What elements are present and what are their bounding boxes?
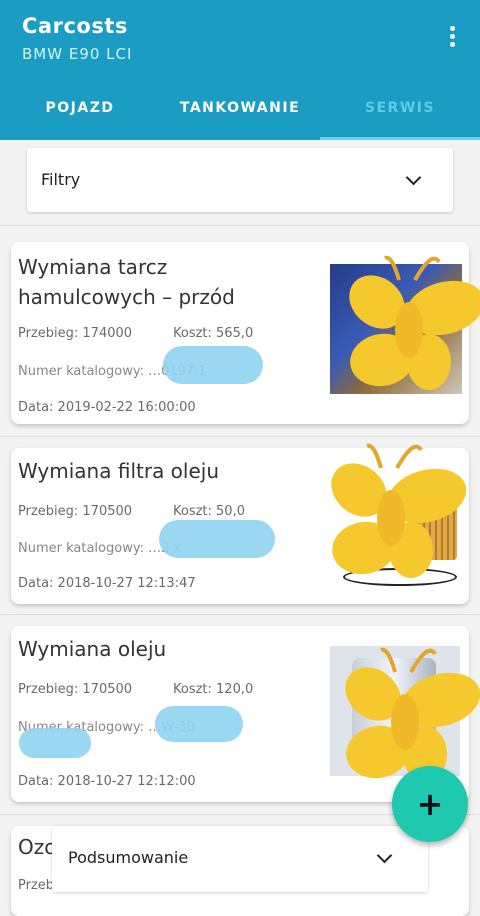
plus-icon: + <box>416 785 444 823</box>
mileage: Przeb <box>18 878 55 893</box>
date: Data: 2018-10-27 12:13:47 <box>18 576 196 591</box>
mileage: Przebieg: 174000 <box>18 326 133 341</box>
date: Data: 2018-10-27 12:12:00 <box>18 774 196 789</box>
redaction-cloud <box>155 706 243 742</box>
mileage: Przebieg: 170500 <box>18 504 133 519</box>
app-title: Carcosts <box>22 14 128 38</box>
tab-bar: POJAZD TANKOWANIE SERWIS <box>0 86 480 140</box>
divider <box>0 225 480 226</box>
more-vert-icon[interactable] <box>450 26 456 50</box>
filter-section: Filtry <box>0 140 480 222</box>
service-title: Wymiana oleju <box>18 637 167 661</box>
chevron-down-icon <box>405 169 422 186</box>
redaction-cloud <box>19 728 91 758</box>
cost: Koszt: 120,0 <box>173 682 254 697</box>
cost: Koszt: 565,0 <box>173 326 254 341</box>
service-card[interactable]: Wymiana tarcz hamulcowych – przód Przebi… <box>11 242 480 424</box>
redaction-cloud <box>159 520 275 558</box>
add-service-button[interactable]: + <box>392 766 468 842</box>
summary-dropdown[interactable]: Podsumowanie <box>52 826 428 892</box>
redaction-cloud <box>163 346 263 384</box>
tab-serwis[interactable]: SERWIS <box>320 86 480 140</box>
mileage: Przebieg: 170500 <box>18 682 133 697</box>
vehicle-subtitle: BMW E90 LCI <box>22 45 133 63</box>
chevron-down-icon <box>376 847 393 864</box>
service-card[interactable]: Wymiana filtra oleju Przebieg: 170500 Ko… <box>11 443 469 604</box>
divider <box>0 614 480 615</box>
summary-label: Podsumowanie <box>68 848 189 867</box>
tab-tankowanie[interactable]: TANKOWANIE <box>160 86 320 140</box>
date: Data: 2019-02-22 16:00:00 <box>18 400 196 415</box>
tab-pojazd[interactable]: POJAZD <box>0 86 160 140</box>
butterfly-sticker <box>349 255 480 390</box>
cost: Koszt: 50,0 <box>173 504 245 519</box>
filter-dropdown[interactable]: Filtry <box>27 148 453 212</box>
divider <box>0 436 480 437</box>
app-bar: Carcosts BMW E90 LCI POJAZD TANKOWANIE S… <box>0 0 480 140</box>
filter-label: Filtry <box>41 170 81 189</box>
butterfly-sticker <box>331 443 467 578</box>
service-title: Wymiana tarcz hamulcowych – przód <box>18 255 235 309</box>
catalog-number: Numer katalogowy: …2 x <box>18 541 182 556</box>
service-title: Wymiana filtra oleju <box>18 459 220 483</box>
